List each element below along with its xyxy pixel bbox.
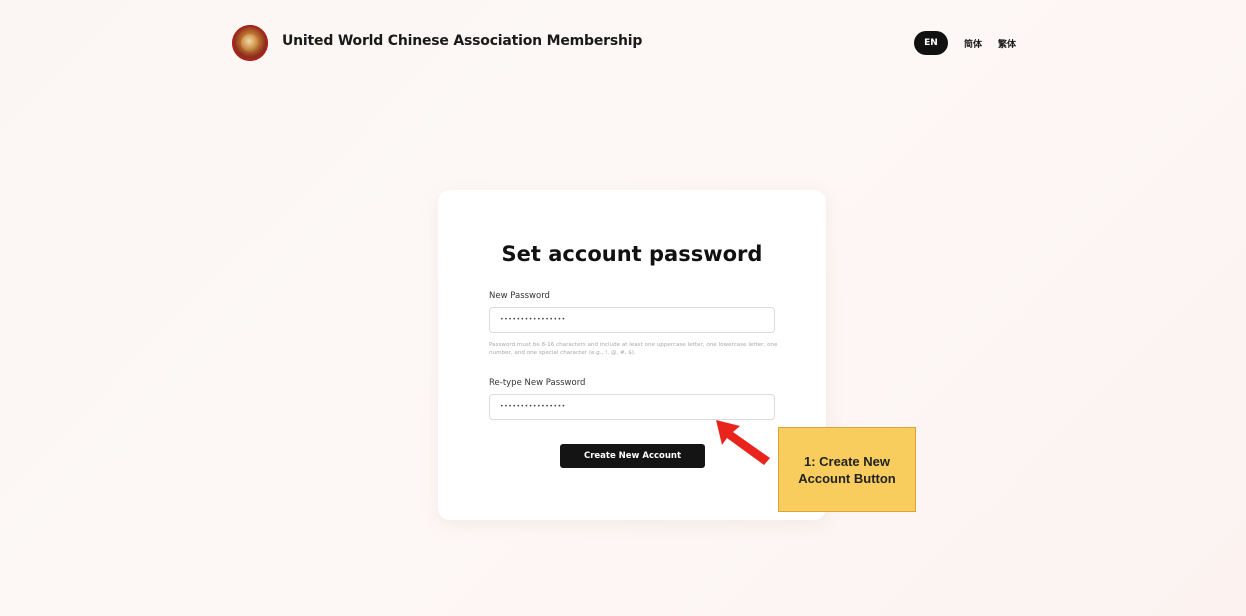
logo-emblem-icon: [241, 34, 259, 52]
annotation-arrow-icon: [716, 420, 770, 465]
brand-title[interactable]: United World Chinese Association Members…: [282, 33, 642, 49]
retype-password-input[interactable]: ••••••••••••••••: [489, 394, 775, 420]
association-logo[interactable]: [232, 25, 268, 61]
language-switcher: EN 简体 繁体: [914, 31, 1016, 55]
create-new-account-button[interactable]: Create New Account: [560, 444, 705, 468]
new-password-input[interactable]: ••••••••••••••••: [489, 307, 775, 333]
retype-password-label: Re-type New Password: [489, 378, 586, 388]
lang-option-traditional[interactable]: 繁体: [998, 37, 1016, 50]
password-requirements-text: Password must be 8-16 characters and inc…: [489, 342, 778, 356]
lang-option-simplified[interactable]: 简体: [964, 37, 982, 50]
top-header: United World Chinese Association Members…: [0, 0, 1246, 90]
page-title: Set account password: [501, 242, 763, 266]
annotation-callout: 1: Create New Account Button: [778, 427, 916, 512]
lang-option-en[interactable]: EN: [914, 31, 948, 55]
new-password-label: New Password: [489, 291, 550, 301]
password-card: Set account password New Password ••••••…: [438, 190, 826, 520]
